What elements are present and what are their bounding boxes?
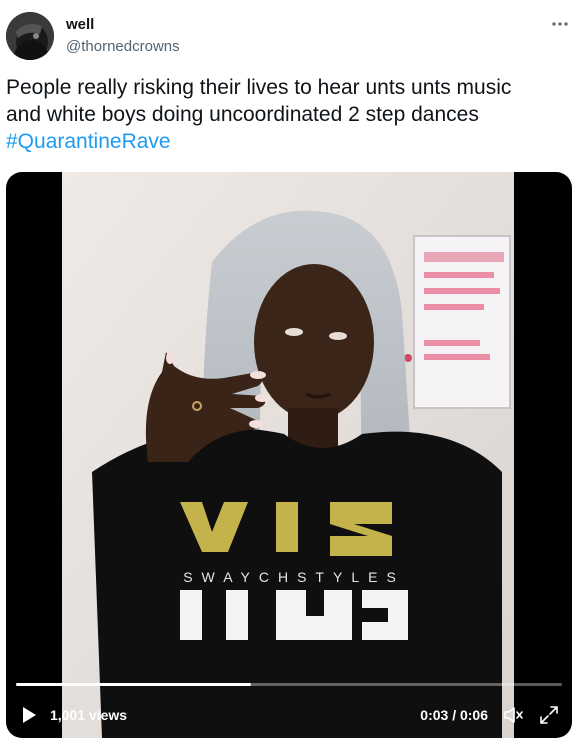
shirt-print-text: SWAYCHSTYLES [183,569,405,585]
more-horizontal-icon [552,22,568,26]
handle[interactable]: @thornedcrowns [66,38,180,55]
volume-button[interactable] [502,704,524,726]
play-button[interactable] [20,706,38,724]
fullscreen-icon [540,706,558,724]
more-options-button[interactable] [548,14,572,34]
fullscreen-button[interactable] [538,704,560,726]
display-name[interactable]: well [66,16,94,33]
video-frame: SWAYCHSTYLES [62,172,514,738]
video-progress-bar[interactable] [16,683,562,686]
tweet-text-line: People really risking their lives to hea… [6,76,512,99]
video-still: SWAYCHSTYLES [62,172,514,738]
volume-muted-icon [504,707,523,723]
video-controls: 1,001 views 0:03 / 0:06 [6,698,572,732]
tweet-text-line: and white boys doing uncoordinated 2 ste… [6,103,479,126]
video-time: 0:03 / 0:06 [420,707,488,723]
video-player[interactable]: SWAYCHSTYLES 1,001 views 0:03 / 0:06 [6,172,572,738]
tweet-header: well @thornedcrowns [6,10,580,62]
avatar[interactable] [6,12,54,60]
hashtag-link[interactable]: #QuarantineRave [6,130,171,153]
play-icon [23,707,36,723]
view-count: 1,001 views [50,707,128,723]
video-progress-fill [16,683,251,686]
tweet-text: People really risking their lives to hea… [6,74,576,155]
avatar-image [6,12,54,60]
